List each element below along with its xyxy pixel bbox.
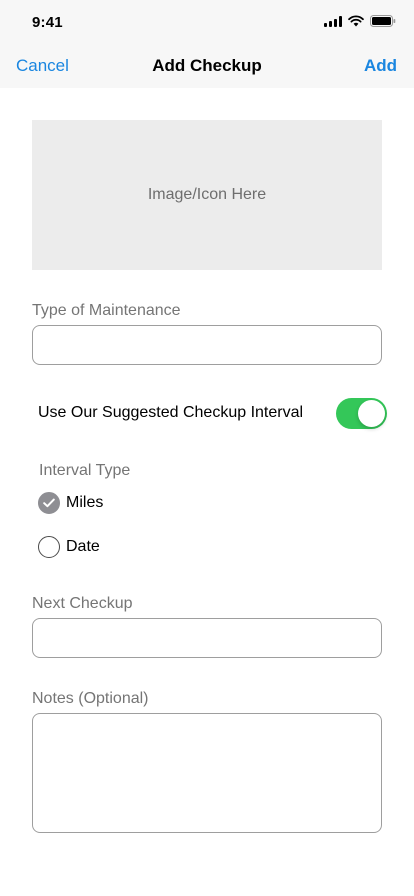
- radio-unchecked-icon: [38, 536, 60, 558]
- image-placeholder[interactable]: Image/Icon Here: [32, 120, 382, 270]
- notes-label: Notes (Optional): [32, 690, 149, 707]
- maintenance-type-field[interactable]: [32, 325, 382, 365]
- toggle-knob: [358, 400, 385, 427]
- radio-option-date[interactable]: Date: [38, 536, 100, 558]
- battery-icon: [370, 15, 396, 27]
- radio-option-miles[interactable]: Miles: [38, 492, 103, 514]
- image-placeholder-text: Image/Icon Here: [147, 186, 267, 203]
- next-checkup-field[interactable]: [32, 618, 382, 658]
- status-icons: [324, 15, 396, 27]
- suggested-interval-toggle[interactable]: [336, 398, 387, 429]
- status-bar: 9:41: [0, 0, 414, 44]
- next-checkup-label: Next Checkup: [32, 595, 133, 612]
- notes-field[interactable]: [32, 713, 382, 833]
- nav-bar: Cancel Add Checkup Add: [0, 44, 414, 88]
- status-time: 9:41: [32, 14, 63, 31]
- radio-label-miles: Miles: [66, 494, 104, 511]
- interval-type-label: Interval Type: [39, 462, 131, 479]
- wifi-icon: [348, 15, 364, 27]
- signal-icon: [324, 15, 342, 27]
- maintenance-type-label: Type of Maintenance: [32, 302, 181, 319]
- page-title: Add Checkup: [152, 56, 262, 75]
- add-button[interactable]: Add: [364, 56, 397, 76]
- suggested-interval-label: Use Our Suggested Checkup Interval: [38, 404, 304, 421]
- radio-label-date: Date: [66, 538, 100, 555]
- radio-checked-icon: [38, 492, 60, 514]
